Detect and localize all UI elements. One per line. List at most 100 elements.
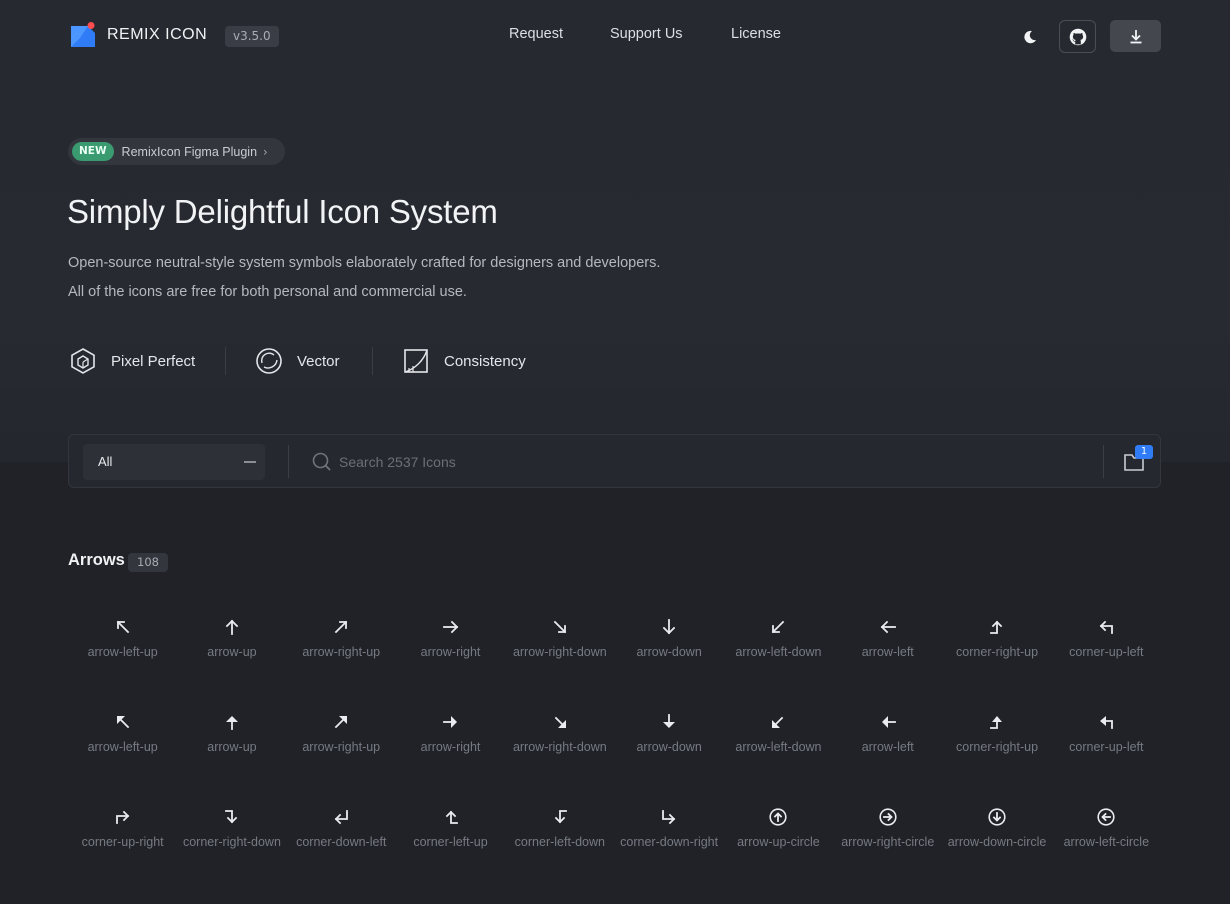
- icon-name: arrow-left-circle: [1063, 835, 1150, 849]
- download-icon: [1130, 29, 1141, 43]
- brand-name[interactable]: REMIX ICON: [107, 26, 207, 44]
- icon-item[interactable]: corner-up-left: [1052, 713, 1161, 755]
- feature-label: Consistency: [444, 352, 526, 370]
- arrow-right-icon: [442, 620, 458, 634]
- icon-item[interactable]: arrow-down: [615, 618, 724, 660]
- icon-item[interactable]: arrow-left-up: [68, 618, 177, 660]
- icon-item[interactable]: arrow-up: [177, 618, 286, 660]
- arrow-right-circle-icon: [879, 808, 897, 826]
- corner-down-left-icon: [334, 810, 349, 825]
- version-badge: v3.5.0: [225, 26, 279, 47]
- arrow-right-up-icon: [334, 716, 348, 729]
- icon-item[interactable]: corner-left-down: [505, 808, 614, 850]
- icon-item[interactable]: arrow-right: [396, 618, 505, 660]
- icon-item[interactable]: corner-right-up: [942, 618, 1051, 660]
- arrow-left-icon: [880, 620, 896, 634]
- icon-item[interactable]: arrow-right-circle: [833, 808, 942, 850]
- search-input[interactable]: [339, 447, 1079, 477]
- icon-name: corner-up-right: [81, 835, 164, 849]
- category-selected: All: [98, 454, 113, 469]
- arrow-left-down-icon: [772, 716, 784, 728]
- icon-name: arrow-right: [420, 740, 481, 754]
- icon-name: arrow-left-down: [735, 645, 822, 659]
- icon-name: corner-left-up: [413, 835, 488, 849]
- icon-name: corner-right-up: [956, 740, 1039, 754]
- top-navigation: REMIX ICON v3.5.0 Request Support Us Lic…: [0, 0, 1230, 72]
- arrow-right-icon: [442, 716, 457, 728]
- corner-left-down-icon: [554, 810, 567, 824]
- figma-plugin-promo[interactable]: NEW RemixIcon Figma Plugin ›: [68, 138, 285, 165]
- icon-name: arrow-left-up: [87, 740, 158, 754]
- icon-item[interactable]: corner-down-right: [615, 808, 724, 850]
- category-select[interactable]: All: [83, 444, 265, 480]
- corner-left-up-icon: [445, 810, 458, 824]
- divider: [288, 445, 289, 478]
- arrow-left-up-icon: [116, 620, 129, 634]
- icon-item[interactable]: arrow-left: [833, 713, 942, 755]
- arrow-up-icon: [225, 716, 238, 730]
- nav-request[interactable]: Request: [509, 26, 563, 42]
- icon-name: arrow-down: [636, 740, 702, 754]
- icon-name: corner-down-left: [296, 835, 387, 849]
- icon-item[interactable]: arrow-right-down: [505, 618, 614, 660]
- icon-item[interactable]: arrow-up: [177, 713, 286, 755]
- arrow-left-circle-icon: [1097, 808, 1115, 826]
- icon-item[interactable]: corner-up-right: [68, 808, 177, 850]
- nav-license[interactable]: License: [731, 26, 781, 42]
- icon-name: corner-right-up: [956, 645, 1039, 659]
- new-badge: NEW: [72, 142, 114, 161]
- icon-item[interactable]: arrow-left-up: [68, 713, 177, 755]
- icon-item[interactable]: corner-right-up: [942, 713, 1051, 755]
- cube-icon: [71, 348, 95, 374]
- moon-icon: [1024, 30, 1036, 44]
- divider: [1103, 445, 1104, 478]
- icon-name: arrow-left: [861, 645, 914, 659]
- icon-name: corner-right-down: [182, 835, 281, 849]
- icon-item[interactable]: arrow-left-down: [724, 713, 833, 755]
- arrow-down-icon: [662, 619, 676, 635]
- icon-item[interactable]: arrow-right-up: [287, 713, 396, 755]
- icon-item[interactable]: corner-up-left: [1052, 618, 1161, 660]
- corner-right-up-icon: [990, 716, 1003, 729]
- icon-name: arrow-up-circle: [737, 835, 820, 849]
- icon-item[interactable]: corner-down-left: [287, 808, 396, 850]
- theme-toggle-button[interactable]: [1017, 24, 1043, 50]
- icon-item[interactable]: arrow-left-down: [724, 618, 833, 660]
- icon-item[interactable]: corner-right-down: [177, 808, 286, 850]
- icon-name: arrow-down-circle: [947, 835, 1047, 849]
- icon-item[interactable]: arrow-right: [396, 713, 505, 755]
- arrow-left-icon: [881, 716, 896, 728]
- github-button[interactable]: [1059, 20, 1096, 53]
- arrow-right-up-icon: [334, 620, 348, 634]
- icon-item[interactable]: arrow-up-circle: [724, 808, 833, 850]
- icon-item[interactable]: arrow-right-up: [287, 618, 396, 660]
- icon-name: arrow-left: [861, 740, 914, 754]
- section-title: Arrows: [68, 551, 125, 569]
- icon-item[interactable]: arrow-left: [833, 618, 942, 660]
- icon-item[interactable]: corner-left-up: [396, 808, 505, 850]
- promo-text: RemixIcon Figma Plugin: [121, 144, 258, 159]
- icon-name: arrow-up: [207, 740, 257, 754]
- icon-name: arrow-right: [420, 645, 481, 659]
- section-count-badge: 108: [128, 553, 168, 572]
- remix-logo-icon[interactable]: [70, 22, 96, 48]
- feature-label: Vector: [297, 352, 340, 370]
- chevron-right-icon: ›: [263, 144, 268, 159]
- corner-up-left-icon: [1100, 716, 1114, 729]
- arrow-left-down-icon: [772, 620, 785, 634]
- nav-support-us[interactable]: Support Us: [610, 26, 683, 42]
- icon-name: corner-down-right: [620, 835, 719, 849]
- icon-name: arrow-right-up: [302, 645, 381, 659]
- corner-up-left-icon: [1100, 620, 1114, 634]
- icon-name: corner-left-down: [514, 835, 605, 849]
- corner-up-right-icon: [115, 810, 129, 824]
- icon-item[interactable]: arrow-left-circle: [1052, 808, 1161, 850]
- feature-pixel-perfect: Pixel Perfect: [69, 346, 195, 376]
- arrow-left-up-icon: [116, 716, 129, 729]
- download-button[interactable]: [1110, 20, 1161, 52]
- icon-item[interactable]: arrow-down: [615, 713, 724, 755]
- icon-item[interactable]: arrow-down-circle: [942, 808, 1051, 850]
- feature-divider: [372, 347, 373, 375]
- vector-circle-icon: [256, 348, 282, 374]
- icon-item[interactable]: arrow-right-down: [505, 713, 614, 755]
